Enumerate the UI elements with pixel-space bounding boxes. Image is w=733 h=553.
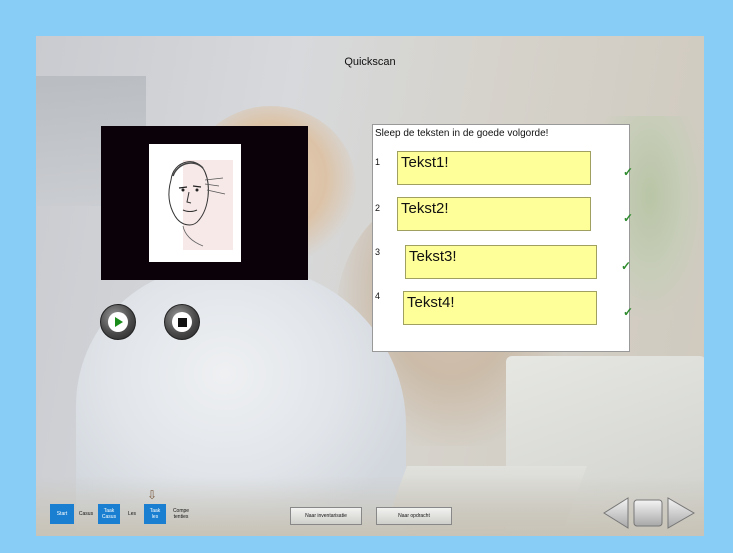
play-button[interactable] — [100, 304, 136, 340]
arrow-left-icon[interactable] — [603, 497, 629, 529]
nav-tab-competenties[interactable]: Compe tenties — [167, 504, 195, 524]
checkmark-icon: ✓ — [621, 259, 632, 273]
drag-text-4[interactable]: Tekst4! — [403, 291, 597, 325]
section-nav: Start Casus Taak Casus Les Taak les Comp… — [50, 504, 195, 526]
quickscan-stage: Quickscan Sleep de teksten in de goede v… — [36, 36, 704, 536]
video-panel — [101, 126, 308, 280]
nav-tab-casus[interactable]: Casus — [75, 504, 97, 524]
drag-text-2[interactable]: Tekst2! — [397, 197, 591, 231]
to-inventory-button[interactable]: Naar inventarisatie — [290, 507, 362, 525]
nav-tab-taak-casus[interactable]: Taak Casus — [98, 504, 120, 524]
video-frame — [149, 144, 241, 262]
play-icon — [108, 312, 128, 332]
to-assignment-button[interactable]: Naar opdracht — [376, 507, 452, 525]
checkmark-icon: ✓ — [623, 211, 634, 225]
slot-number: 2 — [375, 203, 381, 213]
square-icon[interactable] — [633, 499, 663, 527]
slot-number: 1 — [375, 157, 381, 167]
instruction-text: Sleep de teksten in de goede volgorde! — [375, 128, 549, 139]
down-arrow-icon: ⇩ — [147, 488, 158, 502]
checkmark-icon: ✓ — [623, 165, 634, 179]
slot-number: 3 — [375, 247, 381, 257]
drag-text-1[interactable]: Tekst1! — [397, 151, 591, 185]
nav-tab-les[interactable]: Les — [121, 504, 143, 524]
stop-icon — [172, 312, 192, 332]
checkmark-icon: ✓ — [623, 305, 634, 319]
nav-tab-taak-les[interactable]: Taak les — [144, 504, 166, 524]
nav-tab-start[interactable]: Start — [50, 504, 74, 524]
stop-button[interactable] — [164, 304, 200, 340]
page-title: Quickscan — [344, 56, 396, 68]
arrow-right-icon[interactable] — [667, 497, 696, 529]
exercise-panel: Sleep de teksten in de goede volgorde! 1… — [372, 124, 634, 352]
page-navigation — [603, 497, 696, 529]
face-sketch-image — [153, 150, 237, 254]
slot-number: 4 — [375, 291, 381, 301]
drag-text-3[interactable]: Tekst3! — [405, 245, 597, 279]
